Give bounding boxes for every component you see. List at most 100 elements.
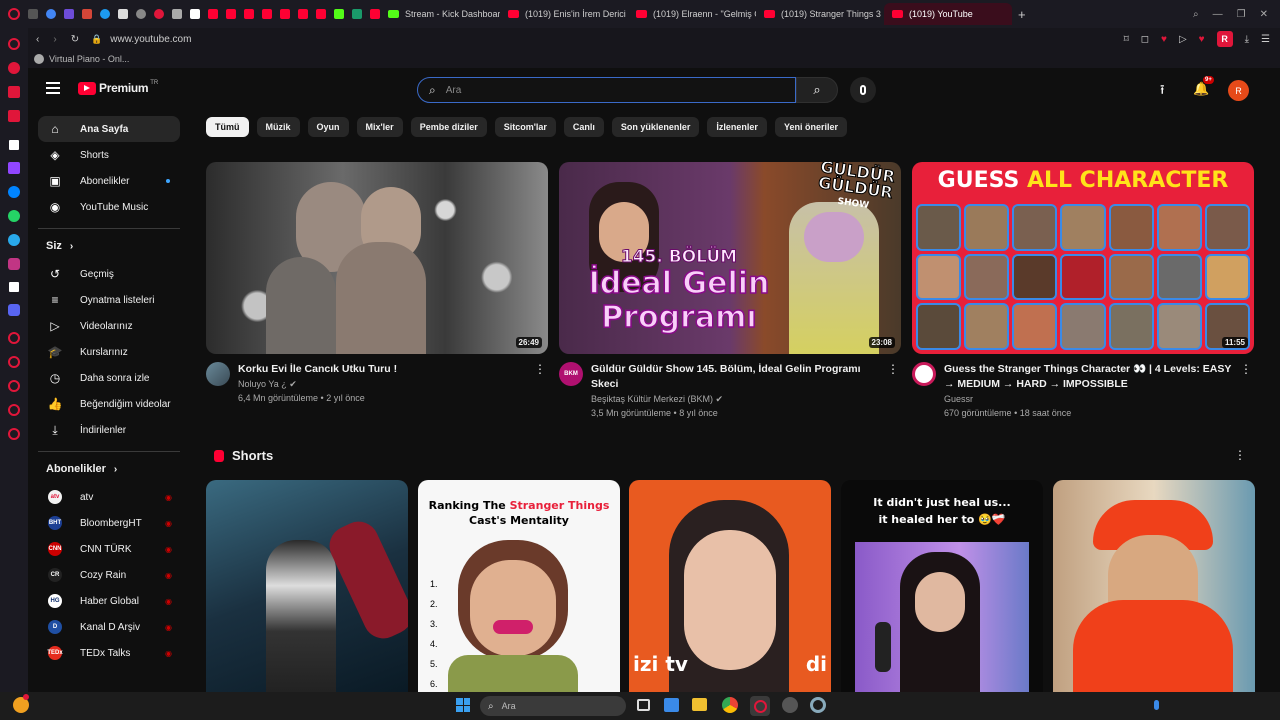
- pinned-tab-icon[interactable]: [46, 9, 56, 19]
- pinned-tab-icon[interactable]: [64, 9, 74, 19]
- chip-music[interactable]: Müzik: [256, 117, 300, 137]
- chip-watched[interactable]: İzlenenler: [707, 117, 767, 137]
- pinned-tab-icon[interactable]: [154, 9, 164, 19]
- sidebar-channel-haber-global[interactable]: HG Haber Global ◉: [38, 588, 180, 614]
- tab-video[interactable]: (1019) Elraenn - "Gelmiş G: [628, 3, 756, 25]
- opera-logo-icon[interactable]: [8, 8, 20, 20]
- telegram-icon[interactable]: [8, 234, 20, 246]
- video-title[interactable]: Korku Evi İle Cancık Utku Turu !: [238, 362, 419, 377]
- youtube-tab-icon[interactable]: [280, 9, 290, 19]
- sidebar-item-history[interactable]: ↺ Geçmiş: [38, 261, 180, 287]
- gmail-icon[interactable]: [82, 9, 92, 19]
- pinned-tab-icon[interactable]: [352, 9, 362, 19]
- youtube-tab-icon[interactable]: [208, 9, 218, 19]
- file-explorer-icon[interactable]: [692, 698, 707, 711]
- task-view-icon[interactable]: [637, 699, 650, 711]
- short-card[interactable]: Ranking The Stranger Things Cast's Menta…: [418, 480, 620, 692]
- account-avatar[interactable]: R: [1228, 80, 1249, 101]
- aria-icon[interactable]: [8, 38, 20, 50]
- bookmark-icon[interactable]: ◻: [1141, 34, 1149, 45]
- search-box[interactable]: ⌕ Ara: [417, 77, 796, 103]
- download-icon[interactable]: ⤓: [1245, 34, 1249, 45]
- sidebar-app-icon[interactable]: [8, 86, 20, 98]
- heart-icon[interactable]: ♥: [1161, 34, 1167, 45]
- profile-button[interactable]: R: [1216, 31, 1233, 47]
- chip-gaming[interactable]: Oyun: [307, 117, 349, 137]
- reload-icon[interactable]: ↻: [71, 34, 79, 45]
- upload-button[interactable]: ⭱: [1160, 81, 1165, 103]
- tab-youtube-active[interactable]: (1019) YouTube: [884, 3, 1012, 25]
- chip-soap-operas[interactable]: Pembe diziler: [410, 117, 487, 137]
- more-options-icon[interactable]: ⋮: [534, 362, 546, 376]
- shelf-more-options-icon[interactable]: ⋮: [1234, 448, 1246, 462]
- opera-taskbar-icon[interactable]: [750, 696, 770, 716]
- maximize-button[interactable]: ❐: [1237, 9, 1246, 20]
- video-thumbnail[interactable]: 26:49: [206, 162, 548, 354]
- close-window-button[interactable]: ✕: [1260, 9, 1268, 20]
- microphone-tray-icon[interactable]: [1154, 700, 1159, 710]
- settings-icon[interactable]: [810, 697, 826, 713]
- sidebar-channel-tedx-talks[interactable]: TEDx TEDx Talks ◉: [38, 640, 180, 666]
- search-input[interactable]: Ara: [446, 85, 462, 96]
- video-card[interactable]: GUESS ALL CHARACTER 11:55 Guess the Stra…: [912, 162, 1254, 420]
- chip-sitcoms[interactable]: Sitcom'lar: [494, 117, 556, 137]
- discord-icon[interactable]: [8, 304, 20, 316]
- easy-setup-icon[interactable]: ☰: [1261, 34, 1270, 45]
- video-thumbnail[interactable]: GUESS ALL CHARACTER 11:55: [912, 162, 1254, 354]
- channel-avatar[interactable]: BKM: [559, 362, 583, 386]
- bookmark-item[interactable]: Virtual Piano - Onl...: [49, 54, 129, 64]
- pinned-tab-icon[interactable]: [190, 9, 200, 19]
- sidebar-item-youtube-music[interactable]: ◉ YouTube Music: [38, 194, 180, 220]
- video-card[interactable]: 26:49 Korku Evi İle Cancık Utku Turu ! N…: [206, 162, 548, 405]
- menu-icon[interactable]: [46, 82, 60, 94]
- sidebar-item-your-videos[interactable]: ▷ Videolarınız: [38, 313, 180, 339]
- sidebar-item-downloads[interactable]: ⤓ İndirilenler: [38, 417, 180, 443]
- youtube-tab-icon[interactable]: [298, 9, 308, 19]
- chip-mixes[interactable]: Mix'ler: [356, 117, 403, 137]
- app-icon[interactable]: [782, 697, 798, 713]
- new-tab-button[interactable]: +: [1018, 7, 1026, 22]
- sidebar-app-icon[interactable]: [9, 140, 19, 150]
- taskbar-search-input[interactable]: Ara: [502, 701, 516, 711]
- sidebar-app-icon[interactable]: [8, 332, 20, 344]
- short-card[interactable]: izi tv di: [629, 480, 831, 692]
- pinned-tab-icon[interactable]: [100, 9, 110, 19]
- messenger-icon[interactable]: [8, 186, 20, 198]
- sidebar-channel-bloomberght[interactable]: BHT BloombergHT ◉: [38, 510, 180, 536]
- pinned-tab-icon[interactable]: [136, 9, 146, 19]
- sidebar-item-liked-videos[interactable]: 👍 Beğendiğim videolar: [38, 391, 180, 417]
- video-thumbnail[interactable]: GÜLDÜR GÜLDÜR SHOW 145. BÖLÜM İdeal Geli…: [559, 162, 901, 354]
- taskbar-search-box[interactable]: ⌕ Ara: [480, 696, 626, 716]
- app-icon[interactable]: [664, 698, 679, 712]
- search-button[interactable]: ⌕: [796, 77, 838, 103]
- tab-kick-dashboard[interactable]: Stream - Kick Dashboard: [380, 3, 500, 25]
- x-icon[interactable]: [9, 282, 19, 292]
- youtube-tab-icon[interactable]: [244, 9, 254, 19]
- sidebar-section-subscriptions[interactable]: Abonelikler ›: [46, 460, 190, 478]
- start-button[interactable]: [456, 698, 470, 712]
- voice-search-button[interactable]: [850, 77, 876, 103]
- video-title[interactable]: Güldür Güldür Show 145. Bölüm, İdeal Gel…: [591, 362, 901, 392]
- back-icon[interactable]: ‹: [36, 34, 39, 45]
- channel-name[interactable]: Beşiktaş Kültür Merkezi (BKM): [591, 394, 713, 404]
- sidebar-item-courses[interactable]: 🎓 Kurslarınız: [38, 339, 180, 365]
- video-card[interactable]: GÜLDÜR GÜLDÜR SHOW 145. BÖLÜM İdeal Geli…: [559, 162, 901, 420]
- channel-avatar[interactable]: [206, 362, 230, 386]
- notifications-button[interactable]: 🔔 9+: [1193, 76, 1214, 98]
- sidebar-item-subscriptions[interactable]: ▣ Abonelikler: [38, 168, 180, 194]
- sidebar-section-you[interactable]: Siz ›: [46, 237, 190, 255]
- tab-video[interactable]: (1019) Stranger Things 3: [756, 3, 884, 25]
- channel-name[interactable]: Noluyo Ya ¿: [238, 379, 287, 389]
- sidebar-item-shorts[interactable]: ◈ Shorts: [38, 142, 180, 168]
- twitch-icon[interactable]: [8, 162, 20, 174]
- whatsapp-icon[interactable]: [8, 210, 20, 222]
- sidebar-app-icon[interactable]: [8, 356, 20, 368]
- short-card[interactable]: It didn't just heal us... it healed her …: [841, 480, 1043, 692]
- sidebar-channel-cozy-rain[interactable]: CR Cozy Rain ◉: [38, 562, 180, 588]
- pinned-tab-icon[interactable]: [28, 9, 38, 19]
- sidebar-item-playlists[interactable]: ≡ Oynatma listeleri: [38, 287, 180, 313]
- pinned-tab-icon[interactable]: [172, 9, 182, 19]
- pinned-tab-icon[interactable]: [118, 9, 128, 19]
- youtube-tab-icon[interactable]: [316, 9, 326, 19]
- sidebar-app-icon[interactable]: [8, 380, 20, 392]
